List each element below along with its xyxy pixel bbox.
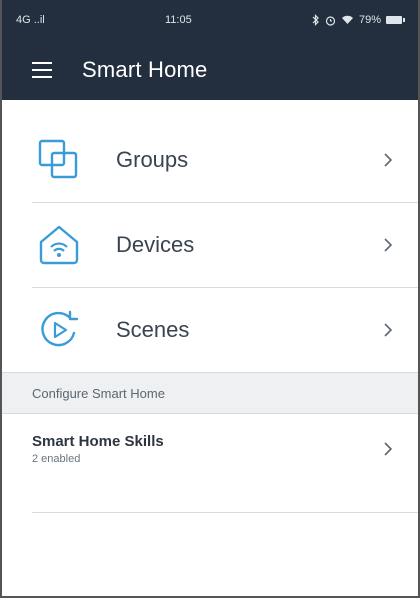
signal-text: 4G ..il xyxy=(16,14,45,26)
page-title: Smart Home xyxy=(82,57,208,82)
status-bar: 4G ..il 11:05 79% xyxy=(2,0,418,40)
smart-home-skills-item[interactable]: Smart Home Skills 2 enabled xyxy=(2,414,418,484)
status-time: 11:05 xyxy=(164,14,192,26)
signal-indicator: 4G ..il xyxy=(16,14,45,26)
skills-title: Smart Home Skills xyxy=(32,433,164,450)
menu-item-label: Scenes xyxy=(116,317,190,342)
app-screen: 4G ..il 11:05 79% Smart Home Groups Devi… xyxy=(0,0,420,598)
chevron-right-icon xyxy=(382,440,394,458)
chevron-right-icon xyxy=(382,151,394,169)
groups-icon xyxy=(32,133,86,187)
battery-percent: 79% xyxy=(358,14,381,26)
chevron-right-icon xyxy=(382,321,394,339)
top-spacer xyxy=(2,100,418,118)
app-bar: Smart Home xyxy=(2,40,418,100)
bluetooth-icon xyxy=(312,14,319,26)
section-header-configure: Configure Smart Home xyxy=(2,372,418,414)
devices-icon xyxy=(32,218,86,272)
menu-item-devices[interactable]: Devices xyxy=(2,203,418,287)
wifi-icon xyxy=(341,15,353,24)
skills-subtitle: 2 enabled xyxy=(32,453,81,465)
divider xyxy=(32,512,418,513)
menu-item-label: Groups xyxy=(116,147,189,172)
menu-item-label: Devices xyxy=(116,232,195,257)
scenes-icon xyxy=(32,303,86,357)
skills-text: Smart Home Skills 2 enabled xyxy=(32,433,382,465)
menu-item-scenes[interactable]: Scenes xyxy=(2,288,418,372)
menu-item-groups[interactable]: Groups xyxy=(2,118,418,202)
status-icons: 79% xyxy=(312,14,405,26)
alarm-icon xyxy=(325,15,336,26)
battery-icon xyxy=(385,16,405,24)
chevron-right-icon xyxy=(382,236,394,254)
hamburger-menu-icon[interactable] xyxy=(32,62,52,78)
